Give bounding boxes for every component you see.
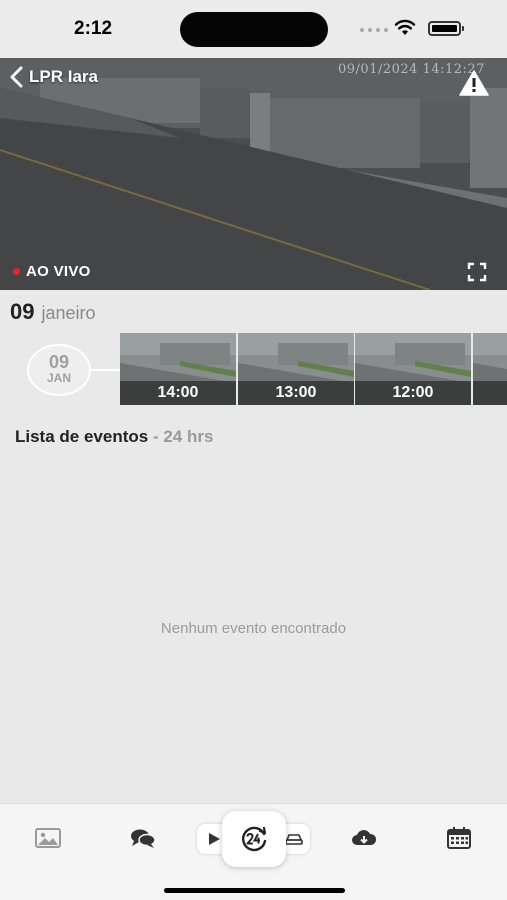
gallery-tab[interactable] [34, 826, 62, 850]
date-day: 09 [10, 299, 35, 324]
fullscreen-icon[interactable] [467, 262, 487, 282]
thumbnail-time: 12:00 [355, 381, 471, 405]
dynamic-island [180, 12, 328, 47]
cloud-download-icon [352, 830, 377, 845]
camera-name: LPR Iara [29, 67, 98, 86]
camera-image [0, 58, 507, 290]
history-24h-button[interactable] [222, 811, 286, 867]
thumbnail-time: 13:00 [238, 381, 354, 405]
events-header: Lista de eventos - 24 hrs [15, 427, 213, 447]
thumbnail-hour[interactable]: 13:00 [238, 333, 354, 405]
battery-icon [428, 21, 464, 36]
play-icon[interactable] [207, 832, 221, 846]
thumbnail-hour[interactable]: 12:00 [355, 333, 471, 405]
date-heading: 09 janeiro [10, 299, 96, 325]
empty-events-message: Nenhum evento encontrado [160, 620, 347, 637]
bubble-day: 09 [48, 352, 70, 372]
home-indicator[interactable] [164, 888, 345, 893]
24h-icon [241, 826, 267, 852]
live-dot [13, 268, 20, 275]
wifi-icon [394, 19, 416, 35]
live-indicator: AO VIVO [13, 263, 91, 280]
calendar-tab[interactable] [445, 826, 473, 850]
thumbnail-time: 14:00 [120, 381, 236, 405]
back-button[interactable]: LPR Iara [8, 66, 98, 88]
events-title: Lista de eventos [15, 427, 149, 446]
date-bubble[interactable]: 09 JAN [27, 344, 91, 396]
messages-tab[interactable] [129, 826, 157, 850]
date-month: janeiro [41, 303, 96, 323]
download-tab[interactable] [350, 826, 378, 850]
bottom-tab-bar [0, 803, 507, 900]
thumbnail-hour-partial[interactable] [473, 333, 507, 405]
chevron-left-icon [10, 66, 23, 88]
thumbnail-hour[interactable]: 14:00 [120, 333, 236, 405]
chat-icon [131, 829, 156, 848]
car-icon[interactable] [285, 832, 303, 846]
timeline-connector [86, 369, 120, 371]
live-video[interactable]: LPR Iara 09/01/2024 14:12:27 AO VIVO [0, 58, 507, 290]
thumbnail-time-bar [473, 381, 507, 405]
status-bar: 2:12 [0, 0, 507, 58]
image-icon [35, 828, 61, 848]
status-time: 2:12 [74, 18, 113, 39]
bubble-month: JAN [46, 371, 71, 385]
events-range: - 24 hrs [148, 427, 214, 446]
calendar-icon [447, 827, 471, 849]
signal-icon [360, 28, 388, 32]
warning-icon[interactable] [459, 70, 489, 96]
live-label: AO VIVO [26, 263, 91, 280]
